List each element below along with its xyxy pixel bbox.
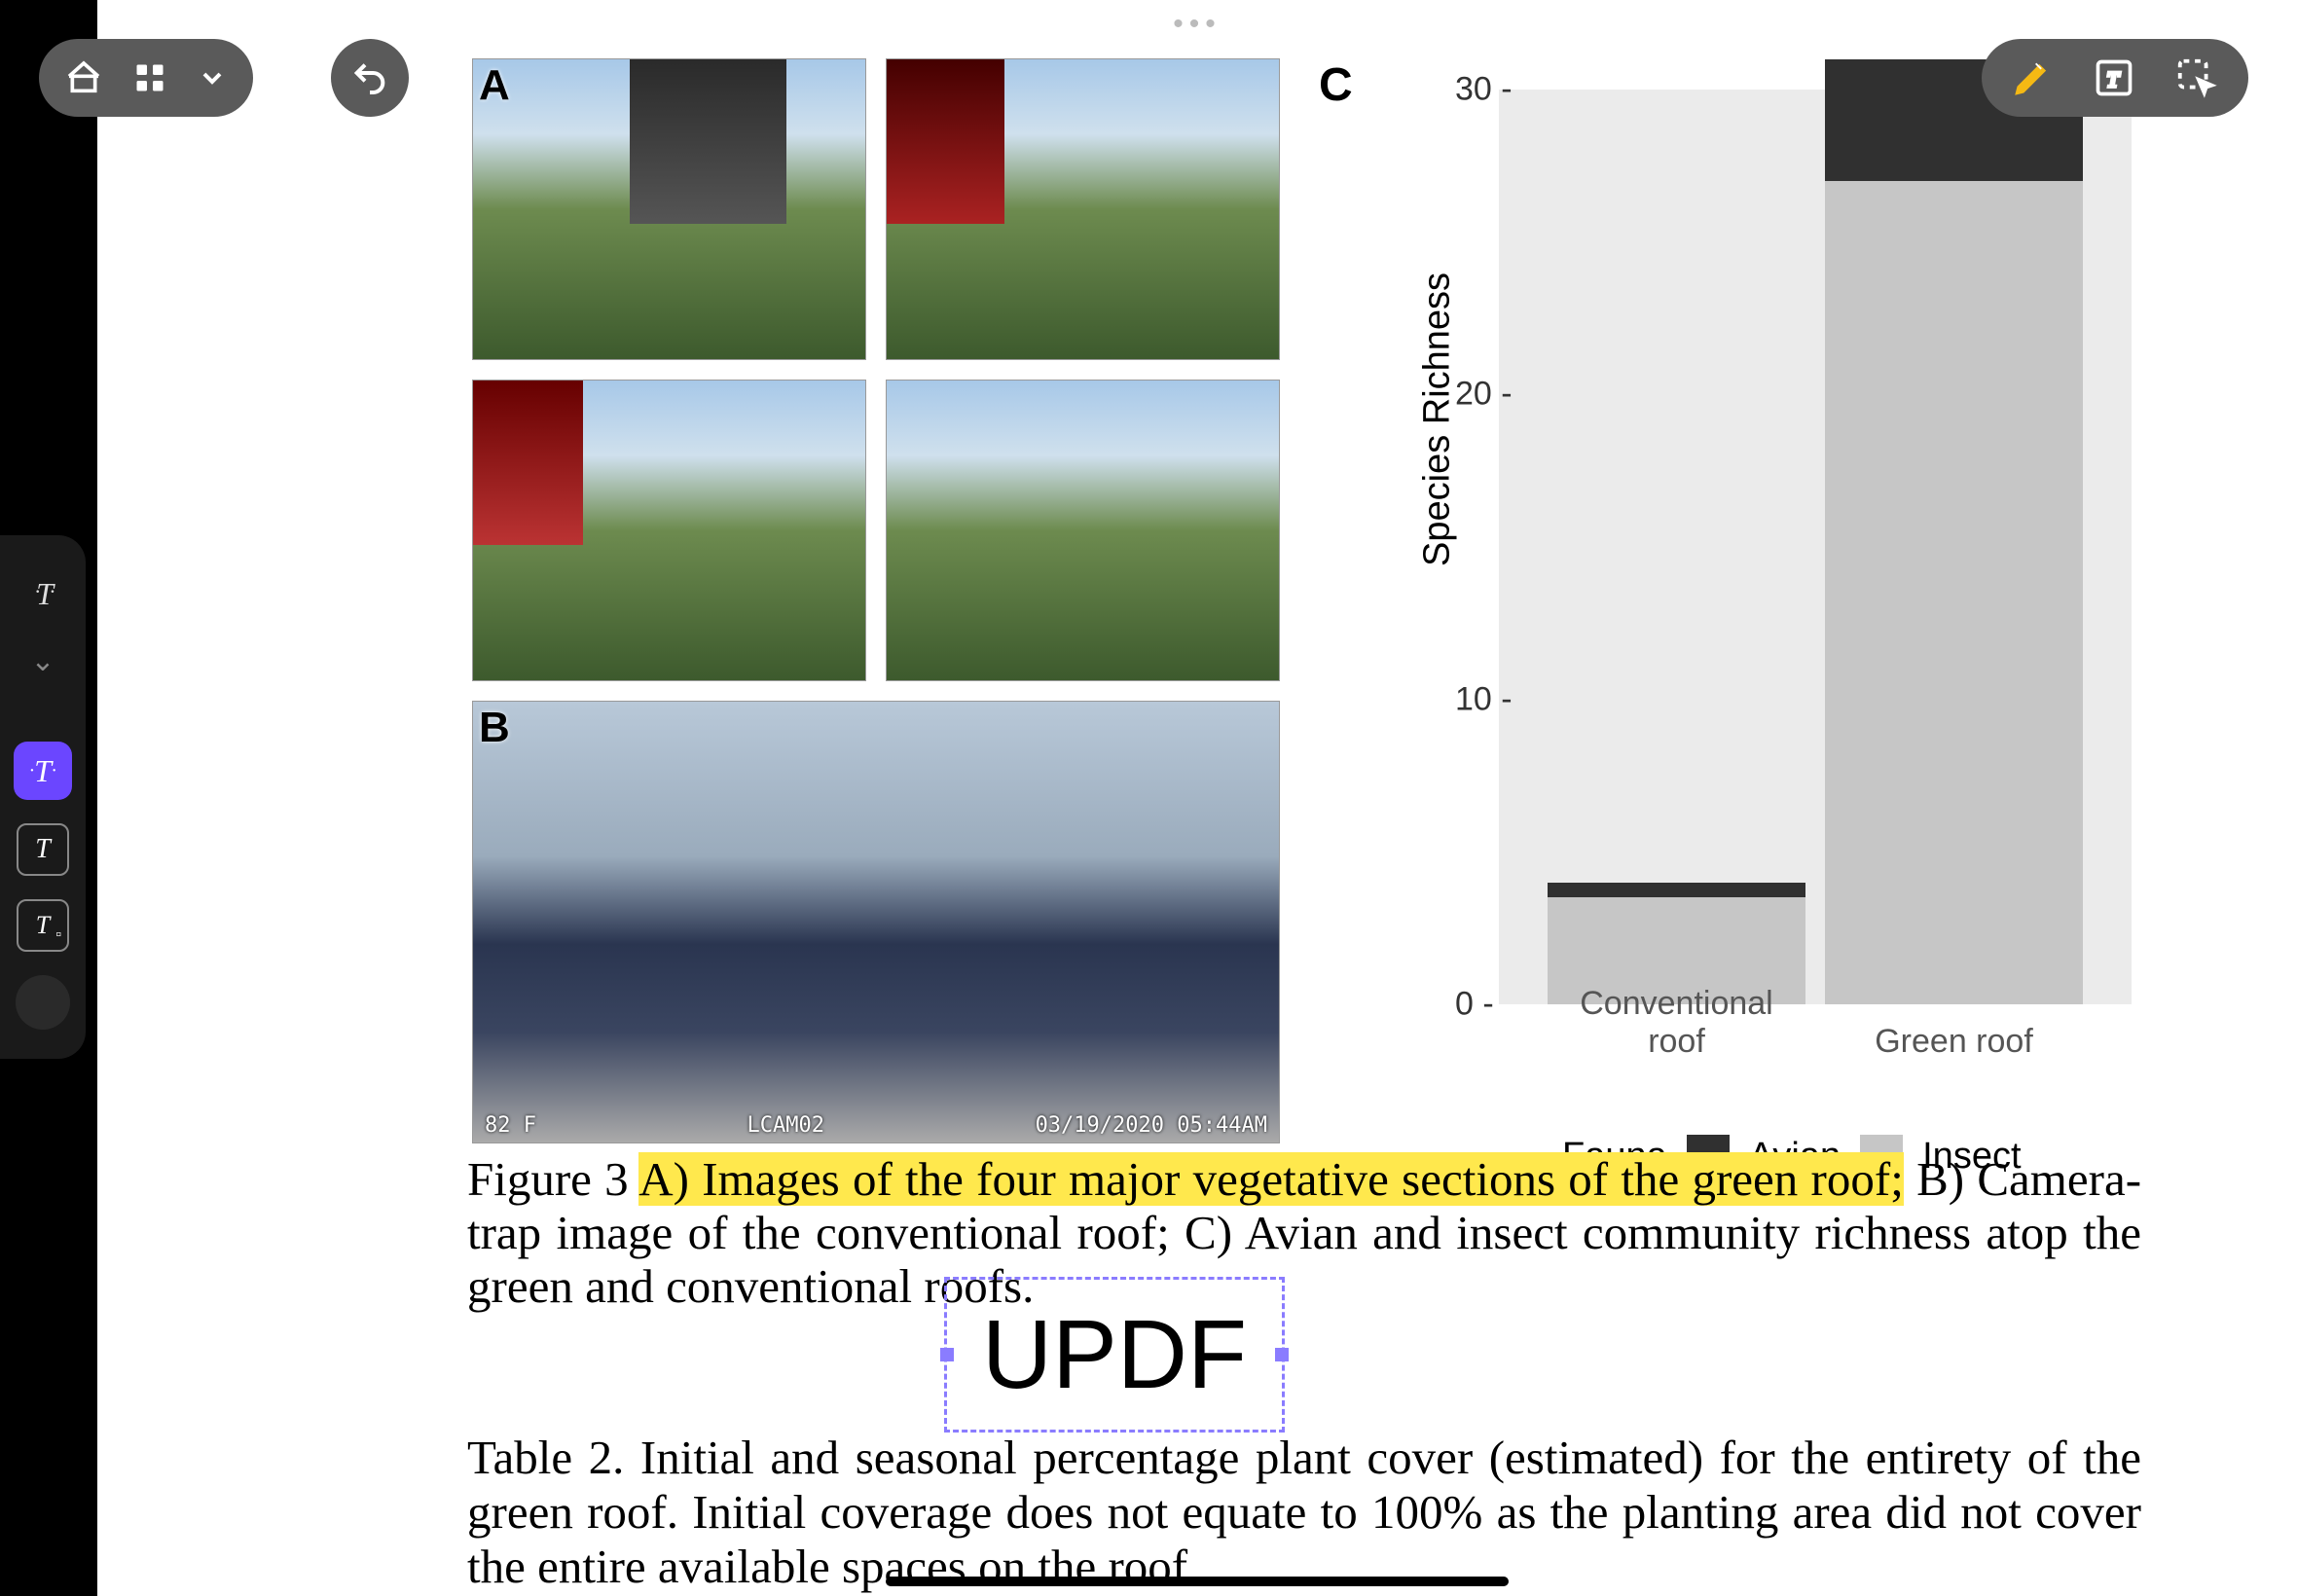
caption-figure-label: Figure 3 <box>467 1152 629 1206</box>
chart-ytick: 20 - <box>1455 376 1601 414</box>
resize-handle-right[interactable] <box>1275 1348 1289 1361</box>
table-2-caption: Table 2. Initial and seasonal percentage… <box>467 1431 2141 1594</box>
panel-label-a: A <box>479 61 510 110</box>
figure-3-panel-b-photo: B 82 F LCAM02 03/19/2020 05:44AM <box>472 701 1280 1143</box>
top-left-toolbar <box>39 39 253 117</box>
chart-ytick: 0 - <box>1455 986 1601 1024</box>
text-tool-dotted[interactable]: ·T· <box>14 564 72 623</box>
panel-label-b: B <box>479 704 510 752</box>
document-page: ••• A B 82 F LCAM02 03/19/2020 05:44AM <box>97 0 2297 1596</box>
camera-temp: 82 F <box>485 1113 536 1138</box>
color-picker-dot[interactable] <box>16 975 70 1030</box>
camera-timestamp: 03/19/2020 05:44AM <box>1036 1113 1267 1138</box>
text-tool-active[interactable]: ·T· <box>14 742 72 800</box>
panel-label-c: C <box>1319 58 1353 112</box>
figure-3-panel-a-photo-1: A <box>472 58 866 360</box>
chart-ytick: 10 - <box>1455 680 1601 718</box>
svg-text:T: T <box>2107 67 2121 91</box>
chart-plot-area: Conventional roofGreen roof <box>1499 90 2132 1004</box>
text-tool-outline[interactable]: T <box>17 823 69 876</box>
figure-3-panel-a-photo-3 <box>472 380 866 681</box>
figure-3: A B 82 F LCAM02 03/19/2020 05:44AM C <box>472 58 2146 1129</box>
figure-3-panel-a-photo-4 <box>886 380 1280 681</box>
chevron-down-icon[interactable] <box>197 62 228 93</box>
chart-y-axis-label: Species Richness <box>1417 272 1459 566</box>
top-right-toolbar: T <box>1982 39 2248 117</box>
chart-x-category-label: Green roof <box>1825 1023 2083 1061</box>
home-icon[interactable] <box>64 58 103 97</box>
home-indicator[interactable] <box>886 1577 1509 1586</box>
figure-3-caption: Figure 3 A) Images of the four major veg… <box>467 1153 2141 1314</box>
caption-highlighted-span: A) Images of the four major vegetative s… <box>638 1152 1904 1206</box>
chart-bar-insect <box>1825 181 2083 1004</box>
inserted-text-box[interactable]: UPDF <box>944 1277 1285 1433</box>
highlighter-icon[interactable] <box>2011 56 2054 99</box>
text-tool-subscript[interactable]: T▫ <box>17 899 69 952</box>
undo-button[interactable] <box>331 39 409 117</box>
camera-id: LCAM02 <box>747 1113 824 1138</box>
camera-overlay: 82 F LCAM02 03/19/2020 05:44AM <box>473 1107 1279 1143</box>
chart-bar-avian <box>1548 883 1805 898</box>
figure-3-panel-a-photo-2 <box>886 58 1280 360</box>
lasso-select-icon[interactable] <box>2174 55 2219 100</box>
inserted-text-content[interactable]: UPDF <box>982 1299 1247 1411</box>
chevron-down-icon[interactable]: ⌄ <box>14 646 72 675</box>
grid-icon[interactable] <box>132 60 167 95</box>
resize-handle-left[interactable] <box>940 1348 954 1361</box>
text-annotate-icon[interactable]: T <box>2093 56 2135 99</box>
page-drag-handle[interactable]: ••• <box>1173 8 1221 41</box>
figure-3-chart: Conventional roofGreen roof Species Rich… <box>1397 80 2146 1053</box>
chart-ytick: 30 - <box>1455 71 1601 109</box>
left-tool-panel: ·T· ⌄ ·T· T T▫ <box>0 535 86 1059</box>
